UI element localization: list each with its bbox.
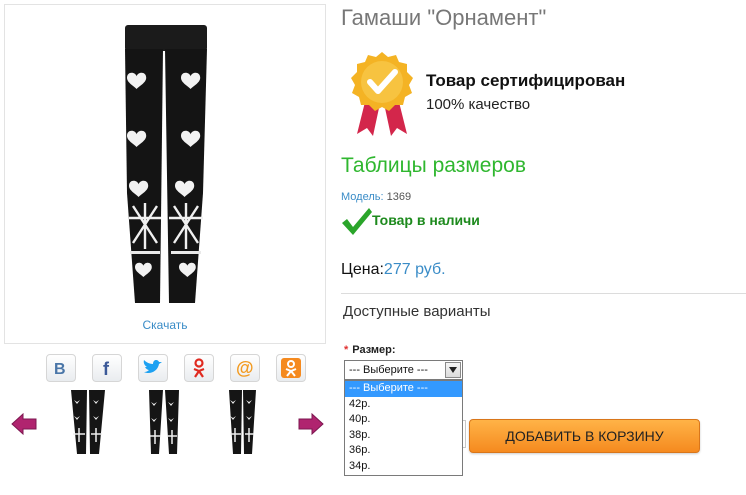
odnoklassniki-icon[interactable] — [276, 354, 306, 382]
size-label: Размер: — [352, 344, 396, 356]
stock-status: Товар в наличи — [372, 212, 480, 228]
size-select[interactable]: --- Выберите --- — [344, 360, 463, 380]
chevron-down-icon[interactable] — [445, 362, 461, 378]
price-label: Цена: — [341, 261, 384, 278]
size-option[interactable]: --- Выберите --- — [345, 381, 462, 397]
thumbnail-3[interactable] — [217, 388, 267, 456]
add-to-cart-button[interactable]: ДОБАВИТЬ В КОРЗИНУ — [469, 419, 700, 453]
model-line: Модель: 1369 — [341, 191, 411, 203]
size-option[interactable]: 38р. — [345, 428, 462, 444]
facebook-icon[interactable]: f — [92, 354, 122, 382]
size-option[interactable]: 40р. — [345, 412, 462, 428]
next-arrow-icon[interactable] — [298, 413, 324, 435]
model-label: Модель: — [341, 191, 384, 203]
product-photo[interactable] — [63, 13, 263, 313]
checkmark-icon — [342, 208, 372, 235]
size-label-row: * Размер: — [344, 344, 396, 356]
size-option[interactable]: 36р. — [345, 443, 462, 459]
certified-title: Товар сертифицирован — [426, 71, 626, 90]
svg-text:В: В — [54, 361, 66, 376]
certified-badge-icon — [351, 52, 413, 136]
size-table-link[interactable]: Таблицы размеров — [341, 154, 526, 178]
vkontakte-icon[interactable]: В — [46, 354, 76, 382]
odnoklassniki-alt-icon[interactable] — [184, 354, 214, 382]
model-value: 1369 — [386, 191, 412, 203]
product-title: Гамаши "Орнамент" — [341, 5, 547, 30]
thumbnail-1[interactable] — [63, 388, 113, 456]
size-select-value: --- Выберите --- — [349, 364, 428, 376]
svg-text:f: f — [103, 359, 110, 377]
price-line: Цена:277 руб. — [341, 261, 446, 279]
required-mark: * — [344, 344, 349, 356]
mail-ru-icon[interactable]: @ — [230, 354, 260, 382]
twitter-icon[interactable] — [138, 354, 168, 382]
divider — [341, 293, 746, 294]
svg-text:@: @ — [236, 358, 254, 378]
main-image-box: Скачать — [4, 4, 326, 344]
size-option[interactable]: 42р. — [345, 397, 462, 413]
download-link[interactable]: Скачать — [5, 318, 325, 332]
thumbnail-2[interactable] — [139, 388, 189, 456]
size-dropdown-list: --- Выберите --- 42р. 40р. 38р. 36р. 34р… — [344, 380, 463, 476]
variants-heading: Доступные варианты — [343, 303, 491, 320]
price-value: 277 руб. — [383, 261, 446, 278]
size-option[interactable]: 34р. — [345, 459, 462, 475]
certified-subtitle: 100% качество — [426, 96, 531, 113]
prev-arrow-icon[interactable] — [11, 413, 37, 435]
